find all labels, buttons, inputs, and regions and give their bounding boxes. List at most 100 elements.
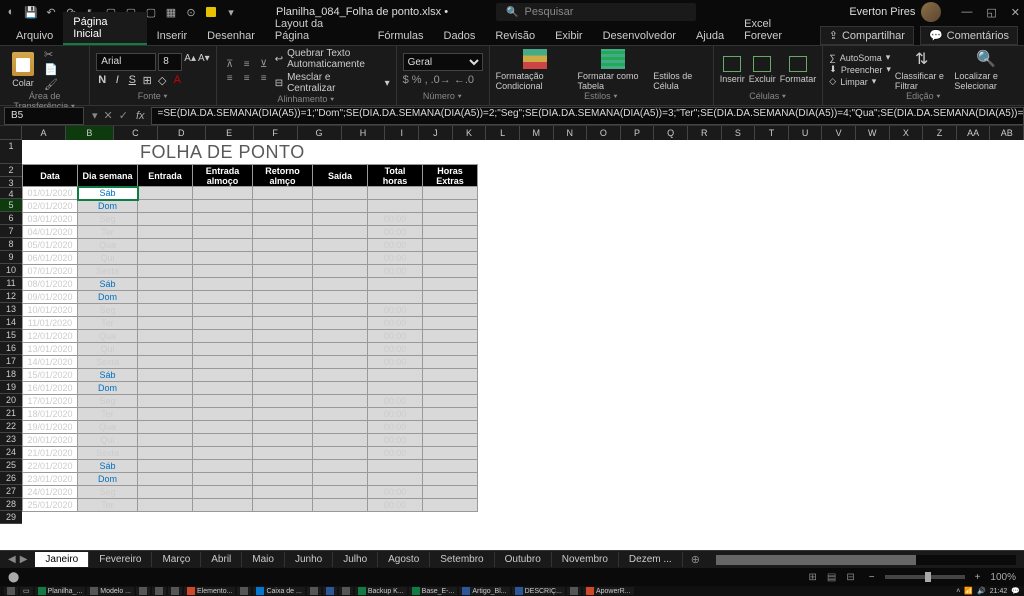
table-cell[interactable] <box>423 200 478 213</box>
table-cell[interactable]: Ter <box>78 226 138 239</box>
row-header-14[interactable]: 14 <box>0 316 22 329</box>
table-cell[interactable]: 00:00 <box>368 213 423 226</box>
table-row[interactable]: 18/01/2020Ter00:00 <box>23 408 478 421</box>
table-cell[interactable] <box>193 369 253 382</box>
table-cell[interactable]: Sáb <box>78 278 138 291</box>
user-account[interactable]: Everton Pires <box>849 2 941 22</box>
row-header-24[interactable]: 24 <box>0 446 22 459</box>
table-cell[interactable] <box>368 278 423 291</box>
col-header-I[interactable]: I <box>385 126 419 140</box>
table-cell[interactable] <box>138 330 193 343</box>
table-cell[interactable] <box>313 187 368 200</box>
table-cell[interactable]: 00:00 <box>368 486 423 499</box>
table-cell[interactable]: 00:00 <box>368 330 423 343</box>
table-cell[interactable] <box>138 408 193 421</box>
row-header-25[interactable]: 25 <box>0 459 22 472</box>
table-cell[interactable]: Sáb <box>78 187 138 200</box>
table-row[interactable]: 01/01/2020Sáb <box>23 187 478 200</box>
table-cell[interactable] <box>138 239 193 252</box>
undo-icon[interactable]: ↶ <box>44 5 58 19</box>
table-cell[interactable] <box>423 369 478 382</box>
sheet-tab-fevereiro[interactable]: Fevereiro <box>89 552 152 567</box>
cell-styles-button[interactable]: Estilos de Célula <box>653 49 707 91</box>
row-header-19[interactable]: 19 <box>0 381 22 394</box>
table-cell[interactable] <box>313 408 368 421</box>
cut-icon[interactable]: ✂ <box>44 48 58 61</box>
table-cell[interactable] <box>313 395 368 408</box>
table-row[interactable]: 04/01/2020Ter00:00 <box>23 226 478 239</box>
tab-file[interactable]: Arquivo <box>6 26 63 45</box>
clear-button[interactable]: ◇Limpar ▾ <box>829 76 891 87</box>
table-cell[interactable] <box>193 317 253 330</box>
start-button[interactable] <box>4 587 18 595</box>
table-cell[interactable] <box>138 382 193 395</box>
table-cell[interactable]: Dom <box>78 291 138 304</box>
row-header-11[interactable]: 11 <box>0 277 22 290</box>
table-cell[interactable] <box>423 213 478 226</box>
table-cell[interactable]: 00:00 <box>368 252 423 265</box>
table-cell[interactable]: 02/01/2020 <box>23 200 78 213</box>
table-cell[interactable] <box>138 278 193 291</box>
table-cell[interactable] <box>423 447 478 460</box>
col-header-R[interactable]: R <box>688 126 722 140</box>
col-header-Q[interactable]: Q <box>654 126 688 140</box>
table-cell[interactable] <box>423 343 478 356</box>
align-mid-icon[interactable]: ≡ <box>240 59 254 70</box>
row-header-7[interactable]: 7 <box>0 225 22 238</box>
table-cell[interactable]: 00:00 <box>368 239 423 252</box>
taskbar-item[interactable] <box>567 587 581 595</box>
table-cell[interactable] <box>423 278 478 291</box>
table-cell[interactable]: 17/01/2020 <box>23 395 78 408</box>
table-row[interactable]: 12/01/2020Qua00:00 <box>23 330 478 343</box>
col-header-C[interactable]: C <box>114 126 158 140</box>
table-cell[interactable]: 00:00 <box>368 447 423 460</box>
table-cell[interactable]: Sáb <box>78 460 138 473</box>
system-tray[interactable]: ˄ 📶 🔊 21:42 💬 <box>956 587 1020 595</box>
clock[interactable]: 21:42 <box>990 588 1008 595</box>
table-cell[interactable] <box>253 252 313 265</box>
dec-decimal-icon[interactable]: ←.0 <box>454 74 474 86</box>
align-top-icon[interactable]: ⊼ <box>223 59 237 70</box>
table-cell[interactable]: 03/01/2020 <box>23 213 78 226</box>
table-cell[interactable] <box>253 304 313 317</box>
table-cell[interactable] <box>193 356 253 369</box>
table-cell[interactable] <box>138 473 193 486</box>
table-cell[interactable] <box>253 265 313 278</box>
table-cell[interactable] <box>253 447 313 460</box>
row-header-6[interactable]: 6 <box>0 212 22 225</box>
col-header-Z[interactable]: Z <box>923 126 957 140</box>
table-cell[interactable] <box>368 382 423 395</box>
notification-icon[interactable]: 💬 <box>1011 587 1020 595</box>
formula-input[interactable]: =SE(DIA.DA.SEMANA(DIA(A5))=1;"Dom";SE(DI… <box>151 107 1024 125</box>
sheet-tab-março[interactable]: Março <box>152 552 201 567</box>
sheet-next-icon[interactable]: ▶ <box>20 554 28 565</box>
name-box[interactable]: B5 <box>4 107 84 125</box>
table-cell[interactable] <box>138 304 193 317</box>
conditional-format-button[interactable]: Formatação Condicional <box>496 49 574 91</box>
col-header-H[interactable]: H <box>342 126 386 140</box>
table-cell[interactable] <box>368 369 423 382</box>
font-size-select[interactable] <box>158 53 182 71</box>
table-cell[interactable] <box>423 460 478 473</box>
table-cell[interactable]: Qui <box>78 434 138 447</box>
grid-icon[interactable]: ▦ <box>164 5 178 19</box>
row-header-2[interactable]: 2 <box>0 164 22 177</box>
table-cell[interactable]: 00:00 <box>368 317 423 330</box>
table-cell[interactable] <box>423 408 478 421</box>
table-cell[interactable] <box>423 304 478 317</box>
table-cell[interactable] <box>253 200 313 213</box>
taskbar-item[interactable] <box>152 587 166 595</box>
table-cell[interactable] <box>193 265 253 278</box>
table-cell[interactable]: 13/01/2020 <box>23 343 78 356</box>
sheet-tab-maio[interactable]: Maio <box>242 552 285 567</box>
table-cell[interactable]: Seg <box>78 304 138 317</box>
table-cell[interactable]: 23/01/2020 <box>23 473 78 486</box>
table-cell[interactable] <box>138 421 193 434</box>
table-cell[interactable]: 08/01/2020 <box>23 278 78 291</box>
table-cell[interactable] <box>313 382 368 395</box>
table-cell[interactable] <box>313 291 368 304</box>
table-cell[interactable] <box>253 187 313 200</box>
table-cell[interactable] <box>193 343 253 356</box>
table-cell[interactable] <box>138 317 193 330</box>
tab-layout[interactable]: Layout da Página <box>265 14 368 45</box>
